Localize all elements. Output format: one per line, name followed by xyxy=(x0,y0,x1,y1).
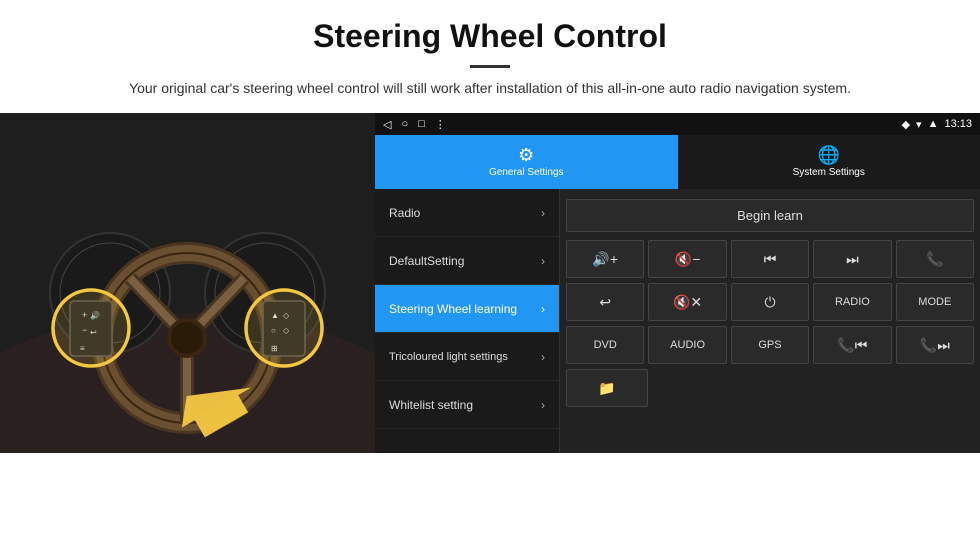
next-icon: ⏭ xyxy=(846,251,859,268)
mode-label: MODE xyxy=(918,296,951,308)
phone-icon: 📞 xyxy=(926,251,943,268)
hook-icon: ↩ xyxy=(599,294,611,311)
button-row-4: 📁 xyxy=(566,369,974,407)
system-icon: 🌐 xyxy=(818,146,840,164)
content-area: Radio › DefaultSetting › Steering Wheel … xyxy=(375,189,980,453)
status-bar: ◁ ○ □ ⋮ ◆ ▾ ▲ 13:13 xyxy=(375,113,980,135)
wifi-icon: ▾ xyxy=(916,118,922,131)
tel-next-icon: 📞⏭ xyxy=(920,337,950,354)
gps-button[interactable]: GPS xyxy=(731,326,809,364)
status-indicators: ◆ ▾ ▲ 13:13 xyxy=(902,118,972,131)
chevron-icon: › xyxy=(541,206,545,220)
button-row-1: 🔊+ 🔇− ⏮ ⏭ 📞 xyxy=(566,240,974,278)
page-title: Steering Wheel Control xyxy=(0,0,980,59)
audio-label: AUDIO xyxy=(670,339,705,351)
menu-item-whitelist[interactable]: Whitelist setting › xyxy=(375,381,559,429)
main-content: + − 🔊 ↩ ≡ ▲ ◇ ○ ◇ ⊞ ◁ xyxy=(0,113,980,453)
tel-prev-icon: 📞⏮ xyxy=(837,337,867,354)
steering-wheel-image: + − 🔊 ↩ ≡ ▲ ◇ ○ ◇ ⊞ xyxy=(0,113,375,453)
menu-item-steering[interactable]: Steering Wheel learning › xyxy=(375,285,559,333)
button-row-3: DVD AUDIO GPS 📞⏮ 📞⏭ xyxy=(566,326,974,364)
tab-general[interactable]: ⚙ General Settings xyxy=(375,135,678,189)
left-menu: Radio › DefaultSetting › Steering Wheel … xyxy=(375,189,560,453)
file-icon: 📁 xyxy=(598,380,615,397)
settings-icon: ⚙ xyxy=(518,146,534,164)
power-button[interactable]: ⏻ xyxy=(731,283,809,321)
menu-item-radio[interactable]: Radio › xyxy=(375,189,559,237)
next-button[interactable]: ⏭ xyxy=(813,240,891,278)
mute-button[interactable]: 🔇✕ xyxy=(648,283,726,321)
mute-icon: 🔇✕ xyxy=(673,294,702,311)
location-icon: ◆ xyxy=(902,118,910,131)
power-icon: ⏻ xyxy=(764,294,775,311)
gps-label: GPS xyxy=(758,339,781,351)
chevron-icon: › xyxy=(541,398,545,412)
steering-wheel-svg: + − 🔊 ↩ ≡ ▲ ◇ ○ ◇ ⊞ xyxy=(0,113,375,453)
clock: 13:13 xyxy=(944,118,972,130)
signal-icon: ▲ xyxy=(928,118,939,130)
vol-up-button[interactable]: 🔊+ xyxy=(566,240,644,278)
button-row-2: ↩ 🔇✕ ⏻ RADIO MODE xyxy=(566,283,974,321)
tel-prev-button[interactable]: 📞⏮ xyxy=(813,326,891,364)
phone-answer-button[interactable]: 📞 xyxy=(896,240,974,278)
chevron-icon: › xyxy=(541,254,545,268)
mode-button[interactable]: MODE xyxy=(896,283,974,321)
audio-button[interactable]: AUDIO xyxy=(648,326,726,364)
chevron-icon: › xyxy=(541,302,545,316)
vol-down-button[interactable]: 🔇− xyxy=(648,240,726,278)
subtitle-text: Your original car's steering wheel contr… xyxy=(100,78,880,99)
vol-down-icon: 🔇− xyxy=(675,251,701,268)
tab-system[interactable]: 🌐 System Settings xyxy=(678,135,980,189)
dvd-label: DVD xyxy=(594,339,617,351)
right-panel: Begin learn 🔊+ 🔇− ⏮ ⏭ xyxy=(560,189,980,453)
menu-nav[interactable]: ⋮ xyxy=(435,118,446,131)
menu-item-default[interactable]: DefaultSetting › xyxy=(375,237,559,285)
file-button[interactable]: 📁 xyxy=(566,369,648,407)
menu-item-tricoloured[interactable]: Tricoloured light settings › xyxy=(375,333,559,381)
chevron-icon: › xyxy=(541,350,545,364)
nav-buttons: ◁ ○ □ ⋮ xyxy=(383,118,446,131)
back-nav[interactable]: ◁ xyxy=(383,118,391,131)
head-unit: ◁ ○ □ ⋮ ◆ ▾ ▲ 13:13 ⚙ General Settings 🌐… xyxy=(375,113,980,453)
tel-next-button[interactable]: 📞⏭ xyxy=(896,326,974,364)
recents-nav[interactable]: □ xyxy=(418,118,425,130)
prev-button[interactable]: ⏮ xyxy=(731,240,809,278)
hook-button[interactable]: ↩ xyxy=(566,283,644,321)
vol-up-icon: 🔊+ xyxy=(592,251,618,268)
home-nav[interactable]: ○ xyxy=(401,118,408,130)
tab-bar: ⚙ General Settings 🌐 System Settings xyxy=(375,135,980,189)
prev-icon: ⏮ xyxy=(764,251,777,268)
radio-label: RADIO xyxy=(835,296,870,308)
radio-button[interactable]: RADIO xyxy=(813,283,891,321)
begin-learn-button[interactable]: Begin learn xyxy=(566,199,974,232)
dvd-button[interactable]: DVD xyxy=(566,326,644,364)
begin-learn-row: Begin learn xyxy=(566,195,974,235)
title-divider xyxy=(470,65,510,68)
